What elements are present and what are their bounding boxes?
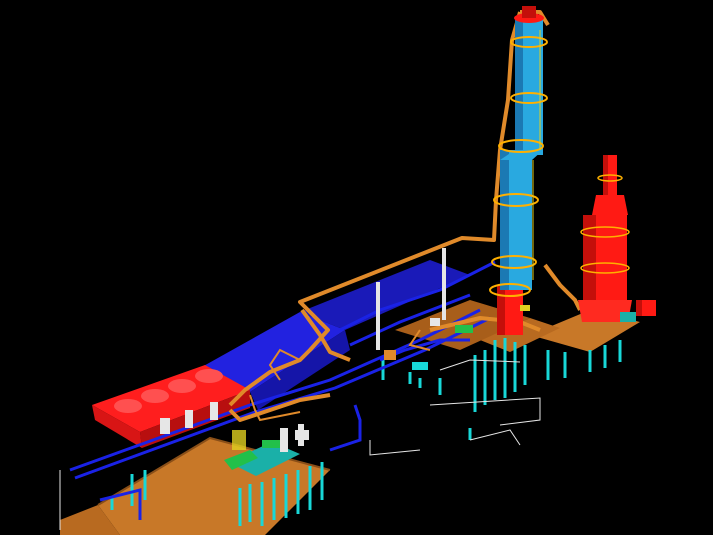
plant-3d-model-view [0, 0, 713, 535]
